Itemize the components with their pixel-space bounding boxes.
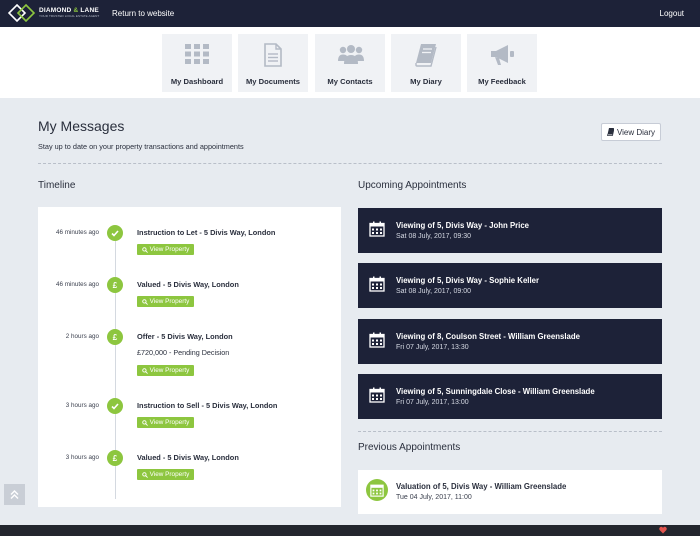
diamond-logo-icon [7, 3, 36, 23]
calendar-icon [369, 387, 385, 403]
entry-time: 2 hours ago [65, 333, 99, 340]
appointment-card[interactable]: Viewing of 5, Divis Way - Sophie Keller … [358, 263, 662, 308]
appointment-date: Tue 04 July, 2017, 11:00 [396, 494, 472, 501]
logout-link[interactable]: Logout [660, 9, 684, 18]
entry-detail: £720,000 - Pending Decision [137, 348, 230, 357]
appointment-title: Valuation of 5, Divis Way - William Gree… [396, 482, 567, 491]
top-bar: DIAMOND & LANE YOUR TRUSTED LOCAL ESTATE… [0, 0, 700, 27]
scroll-to-top-button[interactable] [4, 484, 25, 505]
book-icon [415, 44, 437, 67]
appointments-divider [358, 431, 662, 432]
previous-appointment-card[interactable]: Valuation of 5, Divis Way - William Gree… [358, 470, 662, 514]
search-icon [141, 298, 148, 305]
double-chevron-up-icon [10, 490, 19, 499]
nav-label: My Contacts [327, 77, 373, 86]
appointment-date: Sat 08 July, 2017, 09:00 [396, 288, 471, 295]
view-property-button[interactable]: View Property [137, 417, 194, 428]
view-diary-button[interactable]: View Diary [601, 123, 661, 141]
view-diary-label: View Diary [616, 127, 656, 137]
nav-my-diary[interactable]: My Diary [391, 34, 461, 92]
entry-time: 3 hours ago [65, 402, 99, 409]
entry-title: Valued - 5 Divis Way, London [137, 453, 239, 462]
dashboard-nav: My Dashboard My Documents My Contacts My… [0, 27, 700, 98]
header-divider [38, 163, 662, 164]
nav-label: My Diary [410, 77, 442, 86]
calendar-icon [369, 332, 385, 348]
nav-label: My Feedback [478, 77, 526, 86]
check-icon [107, 398, 123, 414]
appointment-date: Fri 07 July, 2017, 13:00 [396, 399, 469, 406]
timeline-heading: Timeline [38, 180, 76, 191]
entry-time: 46 minutes ago [55, 281, 99, 288]
entry-title: Instruction to Let - 5 Divis Way, London [137, 228, 276, 237]
search-icon [141, 246, 148, 253]
entry-time: 46 minutes ago [55, 229, 99, 236]
upcoming-appointments-heading: Upcoming Appointments [358, 180, 467, 191]
calendar-icon [369, 221, 385, 237]
appointment-date: Fri 07 July, 2017, 13:30 [396, 344, 469, 351]
megaphone-icon [491, 45, 514, 65]
nav-my-contacts[interactable]: My Contacts [315, 34, 385, 92]
appointment-card[interactable]: Viewing of 5, Divis Way - John Price Sat… [358, 208, 662, 253]
view-property-button[interactable]: View Property [137, 365, 194, 376]
search-icon [141, 367, 148, 374]
page-subtitle: Stay up to date on your property transac… [38, 142, 244, 151]
entry-time: 3 hours ago [65, 454, 99, 461]
search-icon [141, 471, 148, 478]
return-to-website-link[interactable]: Return to website [112, 9, 174, 18]
entry-title: Instruction to Sell - 5 Divis Way, Londo… [137, 401, 278, 410]
view-property-button[interactable]: View Property [137, 469, 194, 480]
heart-icon [659, 526, 667, 534]
appointment-title: Viewing of 5, Divis Way - John Price [396, 221, 530, 230]
footer [0, 525, 700, 536]
nav-my-feedback[interactable]: My Feedback [467, 34, 537, 92]
appointment-title: Viewing of 5, Sunningdale Close - Willia… [396, 387, 595, 396]
pound-icon: £ [107, 329, 123, 345]
page-title: My Messages [38, 118, 125, 134]
calendar-icon [369, 276, 385, 292]
entry-title: Offer - 5 Divis Way, London [137, 332, 233, 341]
grid-icon [185, 44, 209, 64]
book-icon [607, 128, 614, 136]
brand-tagline: YOUR TRUSTED LOCAL ESTATE AGENT [39, 14, 100, 19]
previous-appointments-heading: Previous Appointments [358, 442, 461, 453]
nav-label: My Dashboard [170, 77, 224, 86]
pound-icon: £ [107, 450, 123, 466]
nav-my-dashboard[interactable]: My Dashboard [162, 34, 232, 92]
nav-my-documents[interactable]: My Documents [238, 34, 308, 92]
brand-logo[interactable]: DIAMOND & LANE YOUR TRUSTED LOCAL ESTATE… [7, 3, 100, 23]
calendar-icon [366, 479, 388, 501]
appointment-title: Viewing of 5, Divis Way - Sophie Keller [396, 276, 539, 285]
appointment-card[interactable]: Viewing of 8, Coulson Street - William G… [358, 319, 662, 364]
view-property-button[interactable]: View Property [137, 244, 194, 255]
appointment-card[interactable]: Viewing of 5, Sunningdale Close - Willia… [358, 374, 662, 419]
appointment-date: Sat 08 July, 2017, 09:30 [396, 233, 471, 240]
timeline-card: 46 minutes ago Instruction to Let - 5 Di… [38, 207, 341, 507]
appointment-title: Viewing of 8, Coulson Street - William G… [396, 332, 580, 341]
people-icon [338, 45, 364, 64]
document-icon [264, 43, 282, 67]
check-icon [107, 225, 123, 241]
pound-icon: £ [107, 277, 123, 293]
search-icon [141, 419, 148, 426]
view-property-button[interactable]: View Property [137, 296, 194, 307]
nav-label: My Documents [245, 77, 300, 86]
entry-title: Valued - 5 Divis Way, London [137, 280, 239, 289]
